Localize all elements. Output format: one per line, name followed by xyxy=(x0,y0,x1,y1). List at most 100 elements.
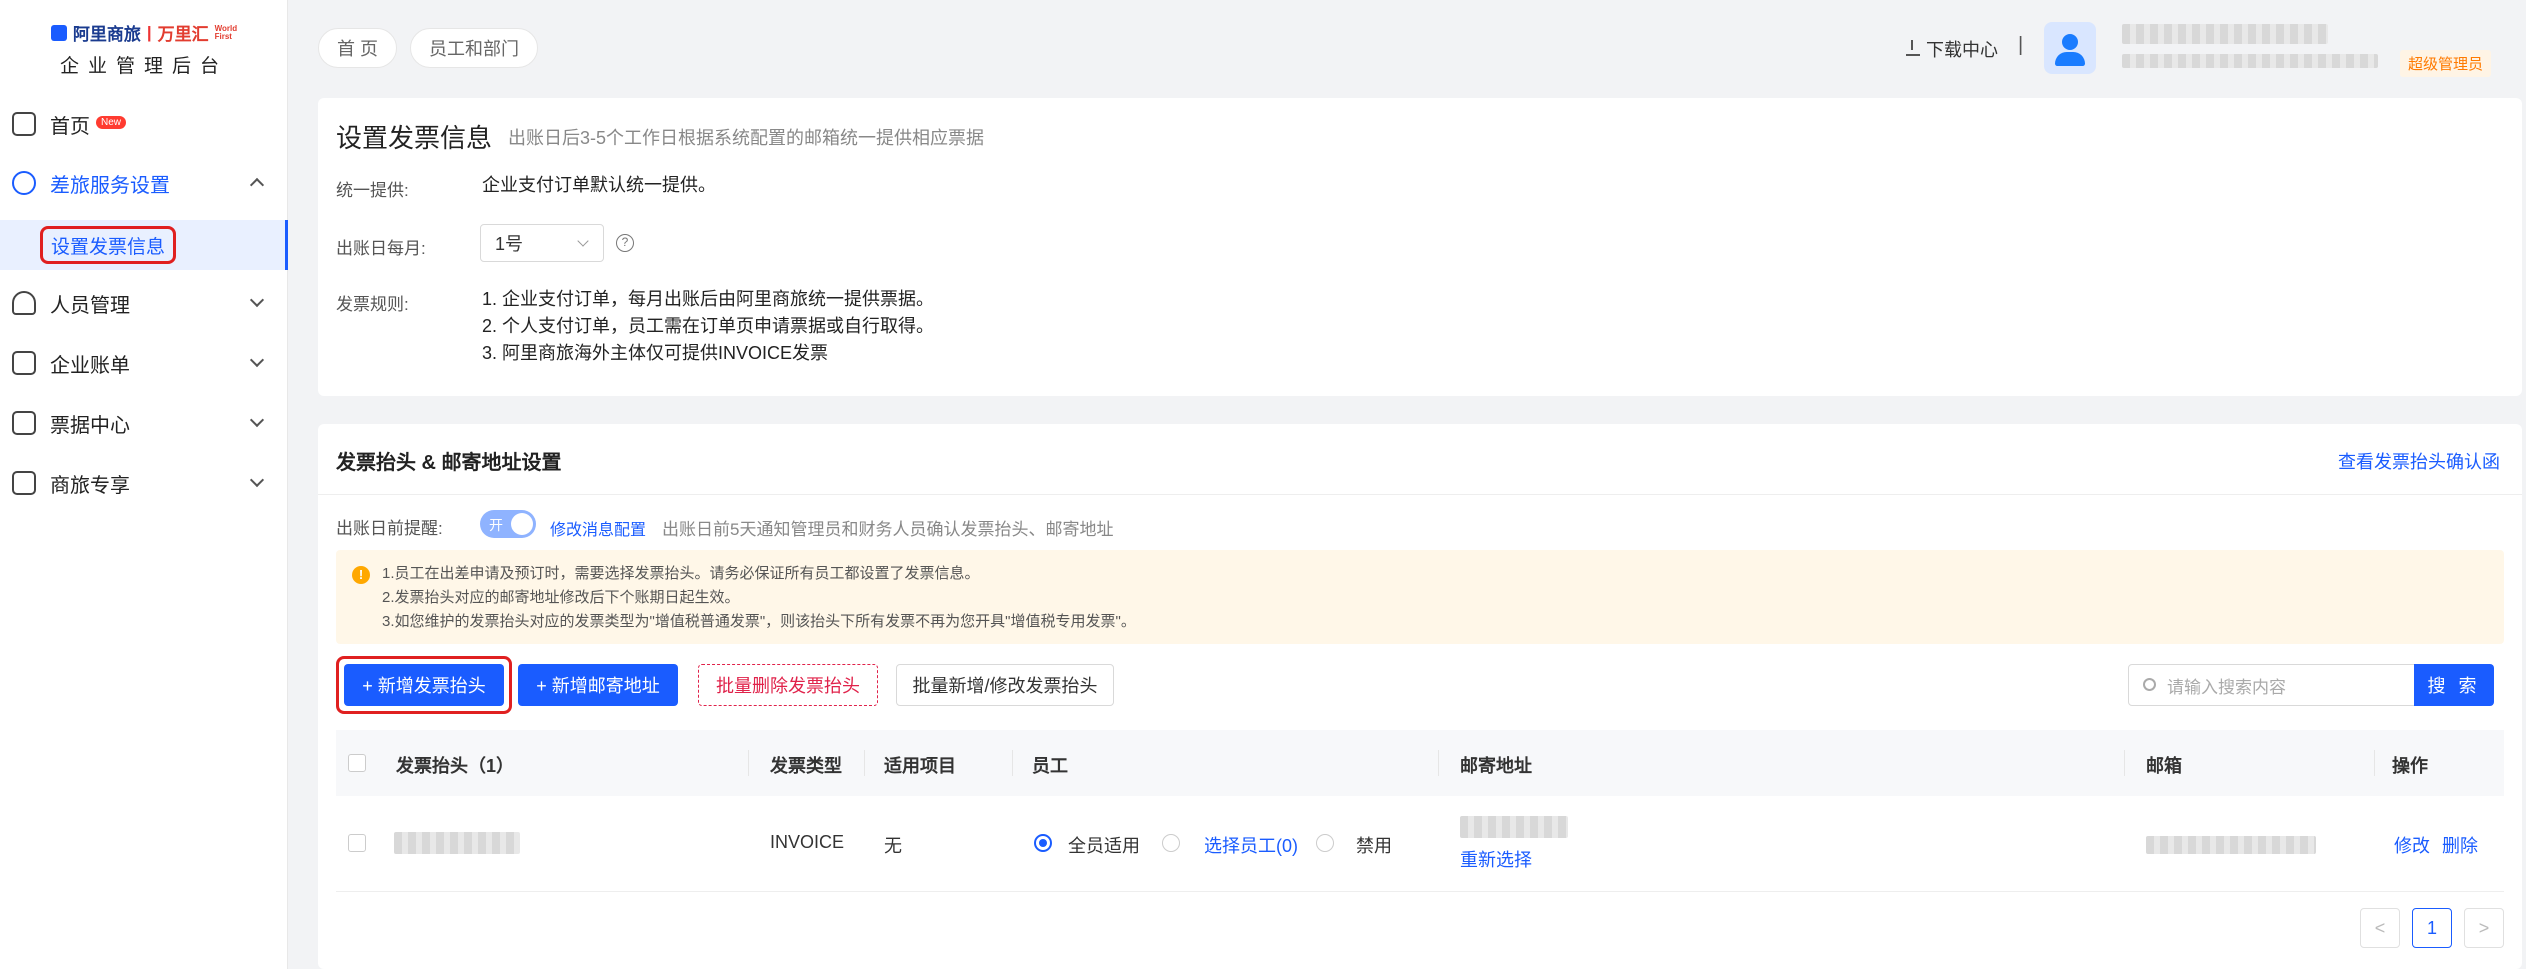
home-icon xyxy=(12,112,36,136)
notice-line: 1.员工在出差申请及预订时，需要选择发票抬头。请务必保证所有员工都设置了发票信息… xyxy=(382,565,980,582)
col-mailing-address: 邮寄地址 xyxy=(1460,756,1532,776)
sidebar-item-label: 首页 xyxy=(50,115,90,138)
remind-toggle[interactable]: 开 xyxy=(480,510,536,538)
tab-employees-departments[interactable]: 员工和部门 xyxy=(410,28,538,68)
radio-all-employees[interactable] xyxy=(1034,834,1052,852)
project-value: 无 xyxy=(884,836,902,856)
logo-brand-alitrip: 阿里商旅 xyxy=(72,25,141,44)
col-email: 邮箱 xyxy=(2146,756,2182,776)
download-label: 下载中心 xyxy=(1926,40,1998,60)
view-confirmation-link[interactable]: 查看发票抬头确认函 xyxy=(2338,448,2500,474)
hexagon-settings-icon xyxy=(12,171,36,195)
sidebar-item-travel-settings[interactable]: 差旅服务设置 xyxy=(0,163,288,203)
user-avatar-icon xyxy=(2062,34,2078,50)
chevron-down-icon xyxy=(249,292,265,308)
avatar[interactable] xyxy=(2044,22,2096,74)
logo-subtitle: 企业管理后台 xyxy=(59,56,228,77)
billing-day-label: 出账日每月: xyxy=(336,239,426,258)
col-invoice-header: 发票抬头（1） xyxy=(396,756,515,776)
header-divider: | xyxy=(2018,34,2024,56)
toggle-knob xyxy=(511,513,533,535)
rule-line: 1. 企业支付订单，每月出账后由阿里商旅统一提供票据。 xyxy=(482,289,935,309)
tab-home[interactable]: 首 页 xyxy=(318,28,398,68)
user-icon xyxy=(12,291,36,315)
table-row: INVOICE 无 全员适用 选择员工(0) 禁用 重新选择 修改 删除 xyxy=(336,796,2504,892)
warning-icon: ! xyxy=(352,566,370,584)
remind-note: 出账日前5天通知管理员和财务人员确认发票抬头、邮寄地址 xyxy=(662,520,1114,539)
radio-all-employees-label[interactable]: 全员适用 xyxy=(1068,832,1140,858)
sidebar-item-personnel[interactable]: 人员管理 xyxy=(0,283,288,323)
chevron-down-icon xyxy=(249,352,265,368)
edit-link[interactable]: 修改 xyxy=(2394,832,2430,858)
gift-icon xyxy=(12,471,36,495)
search-input[interactable]: 请输入搜索内容 xyxy=(2128,664,2424,706)
sidebar-item-home[interactable]: 首页 New xyxy=(0,104,288,144)
sidebar-item-label: 差旅服务设置 xyxy=(50,174,170,197)
remind-label: 出账日前提醒: xyxy=(336,519,443,538)
batch-delete-button[interactable]: 批量删除发票抬头 xyxy=(698,664,878,706)
col-actions: 操作 xyxy=(2392,756,2428,776)
notice-line: 2.发票抬头对应的邮寄地址修改后下个账期日起生效。 xyxy=(382,589,740,606)
sidebar-subitem-invoice-settings[interactable]: 设置发票信息 xyxy=(0,220,288,270)
sidebar-subitem-label: 设置发票信息 xyxy=(40,226,177,264)
billing-day-select[interactable]: 1号 xyxy=(480,224,604,262)
page-title: 设置发票信息 xyxy=(336,123,493,153)
rule-line: 2. 个人支付订单，员工需在订单页申请票据或自行取得。 xyxy=(482,316,935,336)
search-button[interactable]: 搜 索 xyxy=(2414,664,2494,706)
invoice-header-settings-card: 发票抬头 & 邮寄地址设置 查看发票抬头确认函 出账日前提醒: 开 修改消息配置… xyxy=(318,424,2522,969)
blurred-mailing-address xyxy=(1460,816,1568,838)
sidebar-item-bill[interactable]: 企业账单 xyxy=(0,343,288,383)
sidebar: 阿里商旅 | 万里汇 World First 企业管理后台 首页 New 差旅服务… xyxy=(0,0,288,969)
notice-line: 3.如您维护的发票抬头对应的发票类型为"增值税普通发票"，则该抬头下所有发票不再… xyxy=(382,613,1136,630)
add-invoice-header-button[interactable]: + 新增发票抬头 xyxy=(344,664,504,706)
chevron-down-icon xyxy=(577,235,589,247)
table-header: 发票抬头（1） 发票类型 适用项目 员工 邮寄地址 邮箱 操作 xyxy=(336,730,2504,796)
reselect-link[interactable]: 重新选择 xyxy=(1460,846,1532,872)
download-icon xyxy=(1906,40,1920,56)
chevron-up-icon xyxy=(249,177,265,193)
col-employee: 员工 xyxy=(1032,756,1068,776)
col-project: 适用项目 xyxy=(884,756,956,776)
delete-link[interactable]: 删除 xyxy=(2442,832,2478,858)
pagination-page-1[interactable]: 1 xyxy=(2412,908,2452,948)
logo-separator: | xyxy=(146,22,152,42)
invoice-info-card: 设置发票信息 出账日后3-5个工作日根据系统配置的邮箱统一提供相应票据 统一提供… xyxy=(318,98,2522,396)
download-center-link[interactable]: 下载中心 xyxy=(1906,36,1998,62)
pagination-prev-button[interactable]: < xyxy=(2360,908,2400,948)
modify-message-config-link[interactable]: 修改消息配置 xyxy=(550,516,646,540)
bill-icon xyxy=(12,351,36,375)
unified-value: 企业支付订单默认统一提供。 xyxy=(482,175,716,195)
sidebar-item-label: 票据中心 xyxy=(50,414,130,437)
section-title: 发票抬头 & 邮寄地址设置 xyxy=(336,452,562,474)
batch-add-edit-button[interactable]: 批量新增/修改发票抬头 xyxy=(896,664,1114,706)
row-checkbox[interactable] xyxy=(348,834,366,852)
add-mailing-address-button[interactable]: + 新增邮寄地址 xyxy=(518,664,678,706)
radio-disable-label[interactable]: 禁用 xyxy=(1356,832,1392,858)
radio-disable[interactable] xyxy=(1316,834,1334,852)
blurred-email xyxy=(2146,836,2316,854)
notice-banner: ! 1.员工在出差申请及预订时，需要选择发票抬头。请务必保证所有员工都设置了发票… xyxy=(336,550,2504,644)
blurred-invoice-header xyxy=(394,832,520,854)
sidebar-item-label: 人员管理 xyxy=(50,294,130,317)
toggle-text: 开 xyxy=(489,517,503,533)
sidebar-item-label: 商旅专享 xyxy=(50,474,130,497)
sidebar-item-ticket-center[interactable]: 票据中心 xyxy=(0,403,288,443)
select-all-checkbox[interactable] xyxy=(348,754,366,772)
search-placeholder: 请输入搜索内容 xyxy=(2167,677,2286,697)
radio-select-employees[interactable] xyxy=(1162,834,1180,852)
ticket-icon xyxy=(12,411,36,435)
logo-mark-icon xyxy=(50,24,67,41)
sidebar-item-label: 企业账单 xyxy=(50,354,130,377)
chevron-down-icon xyxy=(249,472,265,488)
logo-worldfirst-small: World First xyxy=(214,23,238,41)
billing-day-value: 1号 xyxy=(495,234,524,254)
pagination-next-button[interactable]: > xyxy=(2464,908,2504,948)
rule-line: 3. 阿里商旅海外主体仅可提供INVOICE发票 xyxy=(482,343,829,363)
logo: 阿里商旅 | 万里汇 World First 企业管理后台 xyxy=(0,20,288,78)
help-icon[interactable]: ? xyxy=(616,234,634,252)
blurred-company xyxy=(2122,54,2378,68)
sidebar-item-exclusive[interactable]: 商旅专享 xyxy=(0,463,288,503)
blurred-username xyxy=(2122,24,2328,44)
page-title-note: 出账日后3-5个工作日根据系统配置的邮箱统一提供相应票据 xyxy=(508,128,985,148)
select-employees-link[interactable]: 选择员工(0) xyxy=(1204,832,1298,858)
